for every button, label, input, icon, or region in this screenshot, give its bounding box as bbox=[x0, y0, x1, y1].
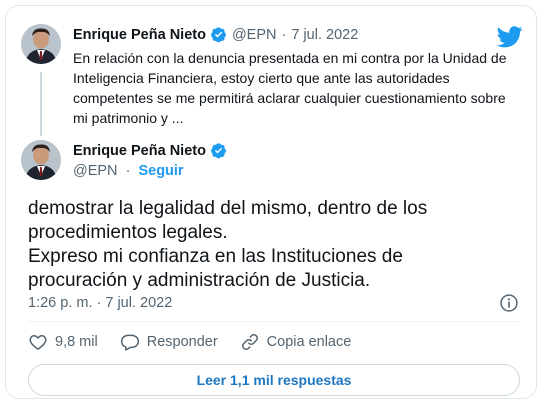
tweet-card: Enrique Peña Nieto @EPN · 7 jul. 2022 En… bbox=[5, 5, 537, 399]
tweet-text-line: demostrar la legalidad del mismo, dentro… bbox=[28, 198, 428, 219]
heart-icon bbox=[29, 335, 47, 350]
reply-bubble-icon bbox=[120, 334, 139, 351]
quoted-tweet-header: Enrique Peña Nieto @EPN · 7 jul. 2022 bbox=[73, 26, 358, 43]
copy-link-label: Copia enlace bbox=[266, 334, 352, 350]
info-icon[interactable] bbox=[499, 293, 519, 313]
main-tweet-header: Enrique Peña Nieto bbox=[73, 142, 227, 159]
avatar[interactable] bbox=[21, 140, 61, 180]
follow-button[interactable]: Seguir bbox=[138, 163, 183, 179]
author-name[interactable]: Enrique Peña Nieto bbox=[73, 143, 206, 159]
divider bbox=[28, 321, 520, 322]
main-tweet-text: demostrar la legalidad del mismo, dentro… bbox=[28, 197, 498, 293]
tweet-text-line: Expreso mi confianza en las Institucione… bbox=[28, 246, 403, 267]
avatar[interactable] bbox=[21, 24, 61, 64]
author-handle[interactable]: @EPN bbox=[73, 163, 118, 179]
copy-link-button[interactable]: Copia enlace bbox=[240, 332, 352, 352]
thread-line bbox=[40, 72, 42, 136]
tweet-date[interactable]: 7 jul. 2022 bbox=[291, 27, 358, 43]
separator: · bbox=[281, 26, 287, 43]
verified-badge-icon bbox=[211, 143, 226, 159]
verified-badge-icon bbox=[211, 27, 226, 43]
twitter-logo-icon[interactable] bbox=[497, 26, 523, 48]
link-icon bbox=[241, 334, 258, 350]
action-bar: 9,8 mil Responder Copia enlace bbox=[28, 332, 373, 352]
reply-button[interactable]: Responder bbox=[120, 332, 218, 352]
tweet-timestamp[interactable]: 1:26 p. m. · 7 jul. 2022 bbox=[28, 295, 172, 311]
quoted-tweet-text: En relación con la denuncia presentada e… bbox=[73, 50, 507, 126]
author-handle[interactable]: @EPN bbox=[232, 27, 277, 43]
tweet-text-line: procuración y administración de Justicia… bbox=[28, 270, 371, 291]
likes-count: 9,8 mil bbox=[55, 334, 98, 350]
read-replies-button[interactable]: Leer 1,1 mil respuestas bbox=[28, 364, 520, 396]
author-name[interactable]: Enrique Peña Nieto bbox=[73, 27, 206, 43]
main-tweet-handle-row: @EPN · Seguir bbox=[73, 163, 184, 179]
separator: · bbox=[125, 163, 131, 179]
reply-label: Responder bbox=[146, 334, 218, 350]
tweet-text-line: procedimientos legales. bbox=[28, 222, 228, 243]
like-button[interactable]: 9,8 mil bbox=[28, 332, 98, 352]
